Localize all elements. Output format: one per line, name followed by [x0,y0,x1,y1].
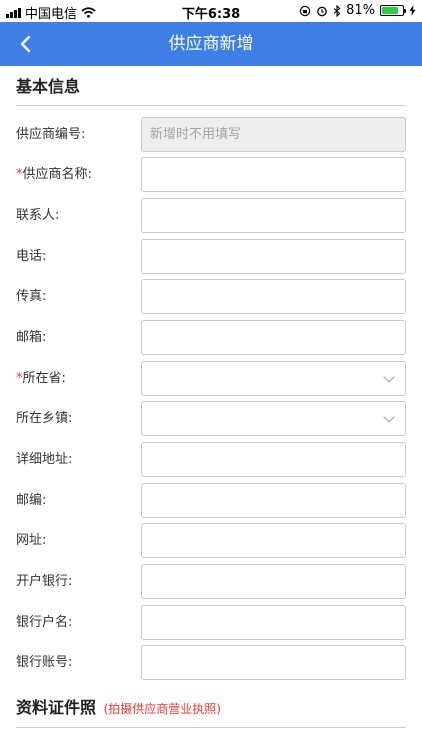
supplier-code-input [141,117,406,152]
province-row: *所在省: [16,361,406,396]
fax-input[interactable] [141,279,406,314]
supplier-code-row: 供应商编号: [16,117,406,152]
province-select[interactable] [141,361,406,396]
fax-label: 传真: [16,289,47,304]
account-number-input[interactable] [141,645,406,680]
contact-label: 联系人: [16,208,60,223]
bluetooth-icon [333,4,341,17]
fax-row: 传真: [16,279,406,314]
documents-title: 资料证件照 [16,698,97,717]
supplier-name-label-text: 供应商名称: [22,167,92,182]
status-bar-right: 81% [299,3,416,18]
postcode-row: 邮编: [16,483,406,518]
supplier-code-label: 供应商编号: [16,127,86,142]
navigation-bar: 供应商新增 [0,22,422,66]
email-label: 邮箱: [16,330,47,345]
account-name-label: 银行户名: [16,615,73,630]
battery-level [382,7,399,14]
supplier-name-label: *供应商名称: [16,157,92,192]
postcode-label: 邮编: [16,493,47,508]
account-number-row: 银行账号: [16,645,406,680]
account-number-label: 银行账号: [16,655,73,670]
address-row: 详细地址: [16,442,406,477]
bank-input[interactable] [141,564,406,599]
email-row: 邮箱: [16,320,406,355]
postcode-input[interactable] [141,483,406,518]
website-row: 网址: [16,523,406,558]
charging-icon [409,5,416,16]
status-bar: 中国电信 下午6:38 81% [0,0,422,22]
supplier-name-input[interactable] [141,157,406,192]
page-title: 供应商新增 [168,34,254,54]
township-row: 所在乡镇: [16,401,406,436]
battery-percent: 81% [346,3,375,18]
province-label: *所在省: [16,361,66,396]
township-label: 所在乡镇: [16,411,73,426]
bank-row: 开户银行: [16,564,406,599]
battery-icon [380,5,406,16]
email-input[interactable] [141,320,406,355]
phone-label: 电话: [16,249,47,264]
website-input[interactable] [141,523,406,558]
township-select[interactable] [141,401,406,436]
chevron-down-icon [383,411,395,423]
phone-row: 电话: [16,239,406,274]
basic-info-header: 基本信息 [16,74,406,106]
address-input[interactable] [141,442,406,477]
address-label: 详细地址: [16,452,73,467]
contact-input[interactable] [141,198,406,233]
supplier-name-row: *供应商名称: [16,157,406,192]
documents-header: 资料证件照 (拍摄供应商营业执照) [16,694,406,728]
orientation-lock-icon [299,5,311,16]
account-name-row: 银行户名: [16,605,406,640]
bank-label: 开户银行: [16,574,73,589]
website-label: 网址: [16,533,47,548]
province-label-text: 所在省: [22,371,66,386]
account-name-input[interactable] [141,605,406,640]
chevron-down-icon [383,371,395,383]
phone-input[interactable] [141,239,406,274]
contact-row: 联系人: [16,198,406,233]
documents-hint: (拍摄供应商营业执照) [103,702,221,716]
alarm-icon [317,6,327,16]
